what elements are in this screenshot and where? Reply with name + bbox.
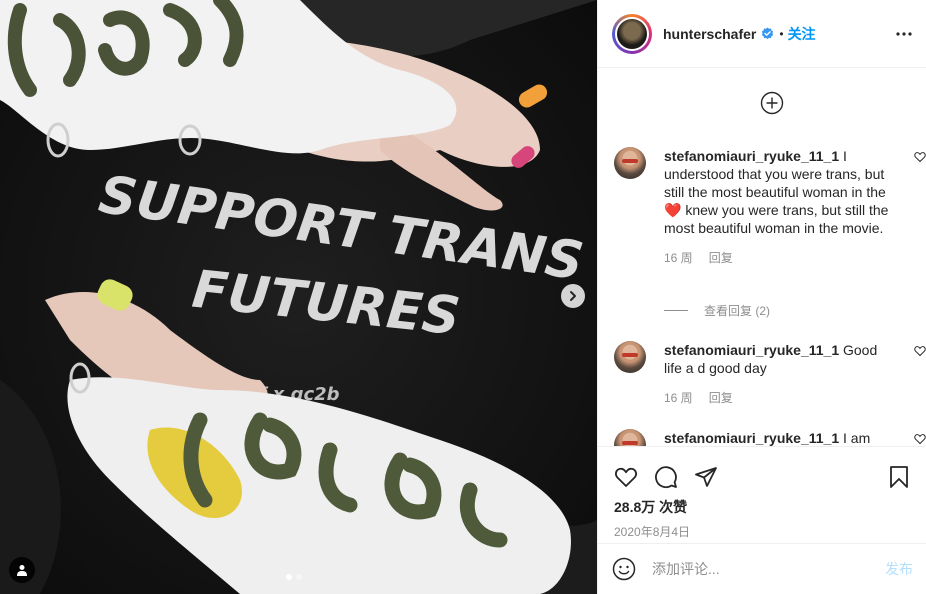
- view-replies-button[interactable]: 查看回复 (2): [664, 302, 770, 319]
- post-side-panel: hunterschafer • 关注 stefanomiauri_ryuke_1…: [597, 0, 926, 594]
- commenter-avatar[interactable]: [614, 429, 646, 446]
- author-username[interactable]: hunterschafer: [663, 26, 756, 42]
- share-send-icon[interactable]: [694, 465, 718, 489]
- comment-meta: 16 周 回复: [664, 249, 892, 267]
- comments-list[interactable]: stefanomiauri_ryuke_11_1 I understood th…: [598, 69, 926, 446]
- carousel-dot: [296, 574, 302, 580]
- reply-button[interactable]: 回复: [709, 249, 733, 267]
- comment-item: stefanomiauri_ryuke_11_1 I am: [614, 429, 926, 446]
- like-comment-heart-icon[interactable]: [914, 345, 926, 357]
- like-count[interactable]: 28.8万 次赞: [598, 497, 926, 517]
- person-icon: [17, 565, 27, 576]
- comment-body: stefanomiauri_ryuke_11_1 I understood th…: [664, 147, 892, 267]
- comment-age: 16 周: [664, 251, 693, 265]
- comment-item: stefanomiauri_ryuke_11_1 Good life a d g…: [614, 341, 926, 407]
- carousel-indicator: [286, 574, 302, 580]
- post-actions: 28.8万 次赞 2020年8月4日: [598, 446, 926, 540]
- comment-input[interactable]: [652, 561, 862, 577]
- comment-bubble-icon[interactable]: [654, 465, 678, 489]
- comment-username[interactable]: stefanomiauri_ryuke_11_1: [664, 430, 839, 446]
- comment-username[interactable]: stefanomiauri_ryuke_11_1: [664, 342, 839, 358]
- user-tag-button[interactable]: [9, 557, 35, 583]
- comment-item: stefanomiauri_ryuke_11_1 I understood th…: [614, 147, 926, 267]
- comment-body: stefanomiauri_ryuke_11_1 Good life a d g…: [664, 341, 892, 407]
- more-options-icon[interactable]: [894, 24, 914, 44]
- post-comment-button[interactable]: 发布: [885, 559, 913, 579]
- post-header: hunterschafer • 关注: [598, 0, 926, 68]
- comment-text-cont: knew you were trans, but still the most …: [664, 202, 889, 236]
- view-replies-label: 查看回复 (2): [704, 304, 771, 318]
- carousel-dot-active: [286, 574, 292, 580]
- emoji-smiley-icon[interactable]: [612, 557, 636, 581]
- carousel-next-button[interactable]: [561, 284, 585, 308]
- like-heart-icon[interactable]: [614, 465, 638, 489]
- comment-age: 16 周: [664, 391, 693, 405]
- load-more-comments-icon[interactable]: [760, 91, 784, 115]
- comment-body: stefanomiauri_ryuke_11_1 I am: [664, 429, 892, 446]
- header-bullet: •: [779, 26, 784, 41]
- instagram-post-view: SUPPORT TRANS FUTURES tf x gc2b huntersc…: [0, 0, 926, 594]
- comment-meta: 16 周 回复: [664, 389, 892, 407]
- follow-button[interactable]: 关注: [788, 24, 816, 44]
- like-comment-heart-icon[interactable]: [914, 151, 926, 163]
- comment-text: I am: [843, 430, 871, 446]
- commenter-avatar[interactable]: [614, 341, 646, 373]
- reply-button[interactable]: 回复: [709, 389, 733, 407]
- save-bookmark-icon[interactable]: [887, 465, 911, 489]
- post-date[interactable]: 2020年8月4日: [598, 523, 926, 540]
- verified-badge-icon: [762, 27, 774, 40]
- comment-username[interactable]: stefanomiauri_ryuke_11_1: [664, 148, 839, 164]
- commenter-avatar[interactable]: [614, 147, 646, 179]
- add-comment-bar: 发布: [598, 543, 926, 594]
- post-image: SUPPORT TRANS FUTURES tf x gc2b: [0, 0, 597, 594]
- profile-avatar[interactable]: [612, 13, 652, 54]
- post-photo[interactable]: SUPPORT TRANS FUTURES tf x gc2b: [0, 0, 597, 594]
- like-comment-heart-icon[interactable]: [914, 433, 926, 445]
- heart-emoji: ❤️: [664, 202, 682, 218]
- chevron-right-icon: [570, 291, 576, 301]
